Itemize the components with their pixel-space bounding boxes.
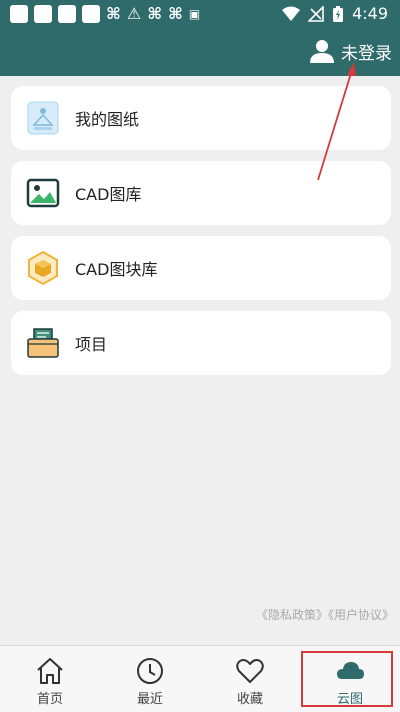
menu-list: 我的图纸 CAD图库 CAD图块库 项目 bbox=[11, 86, 391, 386]
wifi-icon bbox=[282, 6, 301, 21]
annotation-highlight-box bbox=[301, 651, 393, 707]
clock-icon bbox=[137, 658, 163, 684]
user-icon bbox=[310, 40, 334, 63]
app-header: ⌘ ⚠ ⌘ ⌘ ▣ 4:49 未登录 bbox=[0, 0, 400, 76]
menu-item-cad-gallery[interactable]: CAD图库 bbox=[11, 161, 391, 225]
menu-item-label: 我的图纸 bbox=[75, 110, 140, 129]
notification-icon bbox=[82, 5, 100, 23]
app-icon: ▣ bbox=[188, 7, 201, 21]
login-label: 未登录 bbox=[341, 43, 392, 64]
menu-item-my-drawings[interactable]: 我的图纸 bbox=[11, 86, 391, 150]
nav-label: 最近 bbox=[136, 692, 163, 707]
clock-time: 4:49 bbox=[352, 4, 388, 23]
menu-item-label: CAD图块库 bbox=[75, 260, 158, 279]
battery-icon bbox=[333, 5, 344, 22]
bug-icon: ⌘ bbox=[168, 4, 183, 23]
bug-icon: ⌘ bbox=[106, 4, 121, 23]
notification-icon bbox=[34, 5, 52, 23]
nav-label: 首页 bbox=[36, 692, 63, 707]
status-icons-right: 4:49 bbox=[282, 4, 388, 23]
warning-icon: ⚠ bbox=[126, 4, 142, 23]
status-bar: ⌘ ⚠ ⌘ ⌘ ▣ 4:49 bbox=[0, 0, 400, 28]
project-folder-icon bbox=[23, 323, 63, 363]
nav-recent[interactable]: 最近 bbox=[100, 646, 200, 712]
drawing-icon bbox=[23, 98, 63, 138]
bug-icon: ⌘ bbox=[147, 4, 163, 23]
menu-item-label: 项目 bbox=[75, 335, 108, 354]
signal-icon bbox=[308, 5, 324, 22]
status-icons-left: ⌘ ⚠ ⌘ ⌘ ▣ bbox=[10, 5, 200, 23]
home-icon bbox=[37, 658, 63, 684]
menu-item-project[interactable]: 项目 bbox=[11, 311, 391, 375]
menu-item-cad-blocks[interactable]: CAD图块库 bbox=[11, 236, 391, 300]
heart-icon bbox=[236, 659, 264, 683]
notification-icon bbox=[58, 5, 76, 23]
menu-item-label: CAD图库 bbox=[75, 185, 142, 204]
policy-links[interactable]: 《隐私政策》《用户协议》 bbox=[256, 606, 394, 623]
image-gallery-icon bbox=[23, 173, 63, 213]
nav-favorites[interactable]: 收藏 bbox=[200, 646, 300, 712]
nav-label: 收藏 bbox=[236, 692, 263, 707]
cube-block-icon bbox=[23, 248, 63, 288]
nav-home[interactable]: 首页 bbox=[0, 646, 100, 712]
notification-icon bbox=[10, 5, 28, 23]
login-button[interactable]: 未登录 bbox=[309, 38, 392, 64]
